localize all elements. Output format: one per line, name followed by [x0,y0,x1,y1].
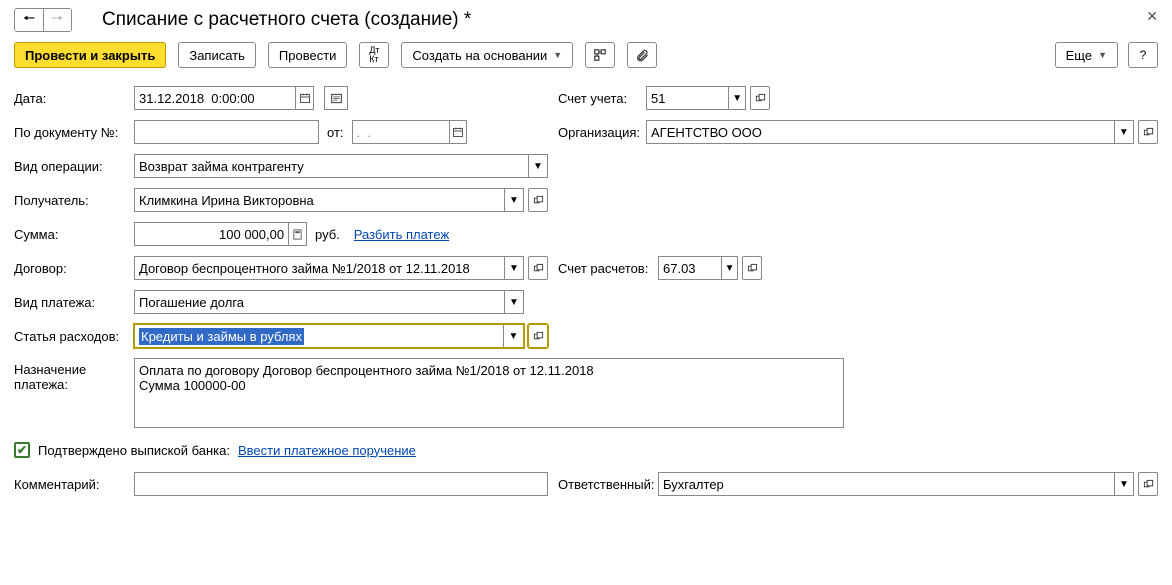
docnum-field[interactable] [134,120,319,144]
forward-button[interactable]: 🠖 [43,9,71,31]
create-based-on-label: Создать на основании [412,48,547,63]
calculator-icon[interactable] [288,223,306,245]
payee-label: Получатель: [14,193,134,208]
docdate-input[interactable] [353,125,449,140]
confirmed-label: Подтверждено выпиской банка: [38,443,230,458]
comment-field[interactable] [134,472,548,496]
responsible-label: Ответственный: [558,477,658,492]
paykind-input[interactable] [135,295,504,310]
expitem-label: Статья расходов: [14,329,134,344]
comment-label: Комментарий: [14,477,134,492]
payee-field[interactable]: ▼ [134,188,524,212]
settleacc-field[interactable]: ▼ [658,256,738,280]
account-input[interactable] [647,91,728,106]
chevron-down-icon[interactable]: ▼ [504,291,523,313]
chevron-down-icon[interactable]: ▼ [728,87,745,109]
opkind-label: Вид операции: [14,159,134,174]
comment-input[interactable] [135,477,547,492]
responsible-input[interactable] [659,477,1114,492]
more-label: Еще [1066,48,1092,63]
help-button[interactable]: ? [1128,42,1158,68]
nav-buttons: 🠔 🠖 [14,8,72,32]
back-button[interactable]: 🠔 [15,9,43,31]
attachments-button[interactable] [627,42,657,68]
settleacc-input[interactable] [659,261,721,276]
account-label: Счет учета: [558,91,646,106]
dt-kt-button[interactable]: Дт Кт [359,42,389,68]
docdate-field[interactable] [352,120,467,144]
post-and-close-button[interactable]: Провести и закрыть [14,42,166,68]
org-field[interactable]: ▼ [646,120,1134,144]
date-input[interactable] [135,91,295,106]
post-button[interactable]: Провести [268,42,348,68]
page-title: Списание с расчетного счета (создание) * [102,9,471,31]
currency-label: руб. [315,227,340,242]
chevron-down-icon: ▼ [1098,50,1107,60]
opkind-field[interactable]: ▼ [134,154,548,178]
contract-label: Договор: [14,261,134,276]
more-button[interactable]: Еще ▼ [1055,42,1118,68]
sum-input[interactable] [135,227,288,242]
expitem-field[interactable]: Кредиты и займы в рублях ▼ [134,324,524,348]
purpose-label: Назначение платежа: [14,358,134,392]
chevron-down-icon[interactable]: ▼ [1114,121,1133,143]
chevron-down-icon[interactable]: ▼ [504,257,523,279]
docnum-label: По документу №: [14,125,134,140]
open-icon[interactable] [750,86,770,110]
payee-input[interactable] [135,193,504,208]
contract-input[interactable] [135,261,504,276]
open-icon[interactable] [528,188,548,212]
write-button[interactable]: Записать [178,42,256,68]
open-icon[interactable] [1138,120,1158,144]
calendar-icon[interactable] [449,121,466,143]
enter-payment-order-link[interactable]: Ввести платежное поручение [238,443,416,458]
calendar-icon[interactable] [295,87,313,109]
chevron-down-icon[interactable]: ▼ [504,189,523,211]
chevron-down-icon[interactable]: ▼ [721,257,737,279]
sum-label: Сумма: [14,227,134,242]
paykind-field[interactable]: ▼ [134,290,524,314]
expitem-value: Кредиты и займы в рублях [139,328,304,345]
org-label: Организация: [558,125,646,140]
sum-field[interactable] [134,222,307,246]
paykind-label: Вид платежа: [14,295,134,310]
open-icon[interactable] [1138,472,1158,496]
chevron-down-icon[interactable]: ▼ [1114,473,1133,495]
date-label: Дата: [14,91,134,106]
reference-icon[interactable] [324,86,348,110]
docnum-input[interactable] [135,125,318,140]
contract-field[interactable]: ▼ [134,256,524,280]
settleacc-label: Счет расчетов: [558,261,658,276]
purpose-textarea[interactable] [134,358,844,428]
opkind-input[interactable] [135,159,528,174]
responsible-field[interactable]: ▼ [658,472,1134,496]
create-based-on-button[interactable]: Создать на основании ▼ [401,42,573,68]
close-button[interactable]: ✕ [1146,8,1158,25]
open-icon[interactable] [742,256,762,280]
from-label: от: [327,125,344,140]
open-icon[interactable] [528,256,548,280]
open-icon[interactable] [528,324,548,348]
chevron-down-icon: ▼ [553,50,562,60]
date-field[interactable] [134,86,314,110]
org-input[interactable] [647,125,1114,140]
account-field[interactable]: ▼ [646,86,746,110]
confirmed-checkbox[interactable]: ✔ [14,442,30,458]
chevron-down-icon[interactable]: ▼ [528,155,547,177]
chevron-down-icon[interactable]: ▼ [503,325,523,347]
split-payment-link[interactable]: Разбить платеж [354,227,449,242]
structure-button[interactable] [585,42,615,68]
